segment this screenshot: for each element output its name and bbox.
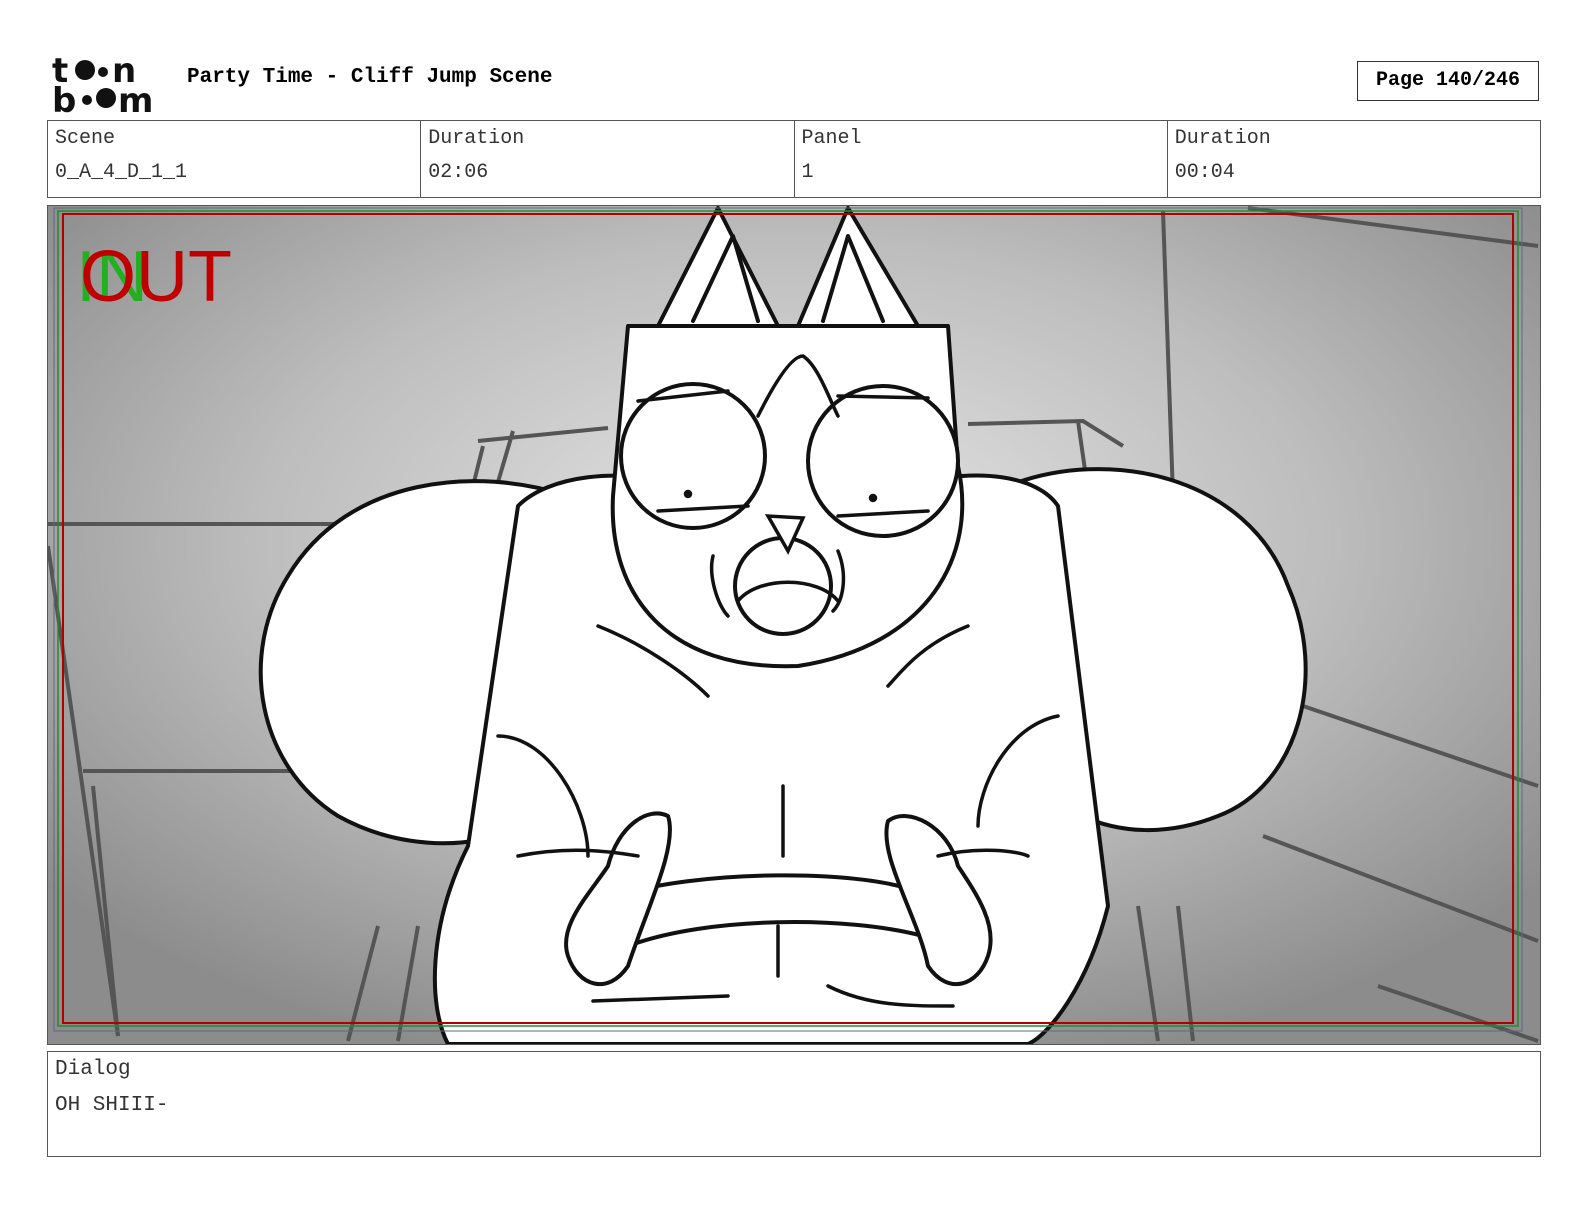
page-indicator: Page 140/246 bbox=[1357, 61, 1539, 101]
dialog-text: OH SHIII- bbox=[55, 1094, 169, 1117]
svg-text:m: m bbox=[118, 81, 153, 114]
svg-text:b: b bbox=[52, 81, 76, 114]
scene-duration-cell: Duration 02:06 bbox=[421, 121, 795, 197]
panel-drawing: IN OUT bbox=[48, 206, 1540, 1044]
out-marker: OUT bbox=[80, 237, 232, 317]
scene-duration-label: Duration bbox=[428, 127, 525, 150]
dialog-label: Dialog bbox=[55, 1058, 131, 1081]
project-title: Party Time - Cliff Jump Scene bbox=[187, 66, 553, 89]
scene-cell: Scene 0_A_4_D_1_1 bbox=[48, 121, 422, 197]
scene-value: 0_A_4_D_1_1 bbox=[55, 161, 188, 184]
panel-cell: Panel 1 bbox=[795, 121, 1168, 197]
panel-label: Panel bbox=[801, 127, 862, 150]
toon-boom-logo: t n b m bbox=[50, 50, 166, 121]
panel-duration-label: Duration bbox=[1174, 127, 1271, 150]
panel-value: 1 bbox=[801, 161, 814, 184]
storyboard-panel: IN OUT bbox=[47, 205, 1541, 1045]
scene-label: Scene bbox=[55, 127, 116, 150]
scene-info-table: Scene 0_A_4_D_1_1 Duration 02:06 Panel 1… bbox=[47, 120, 1541, 198]
panel-duration-value: 00:04 bbox=[1174, 161, 1235, 184]
dialog-box: Dialog OH SHIII- bbox=[47, 1051, 1541, 1157]
scene-duration-value: 02:06 bbox=[428, 161, 489, 184]
panel-duration-cell: Duration 00:04 bbox=[1168, 121, 1540, 197]
